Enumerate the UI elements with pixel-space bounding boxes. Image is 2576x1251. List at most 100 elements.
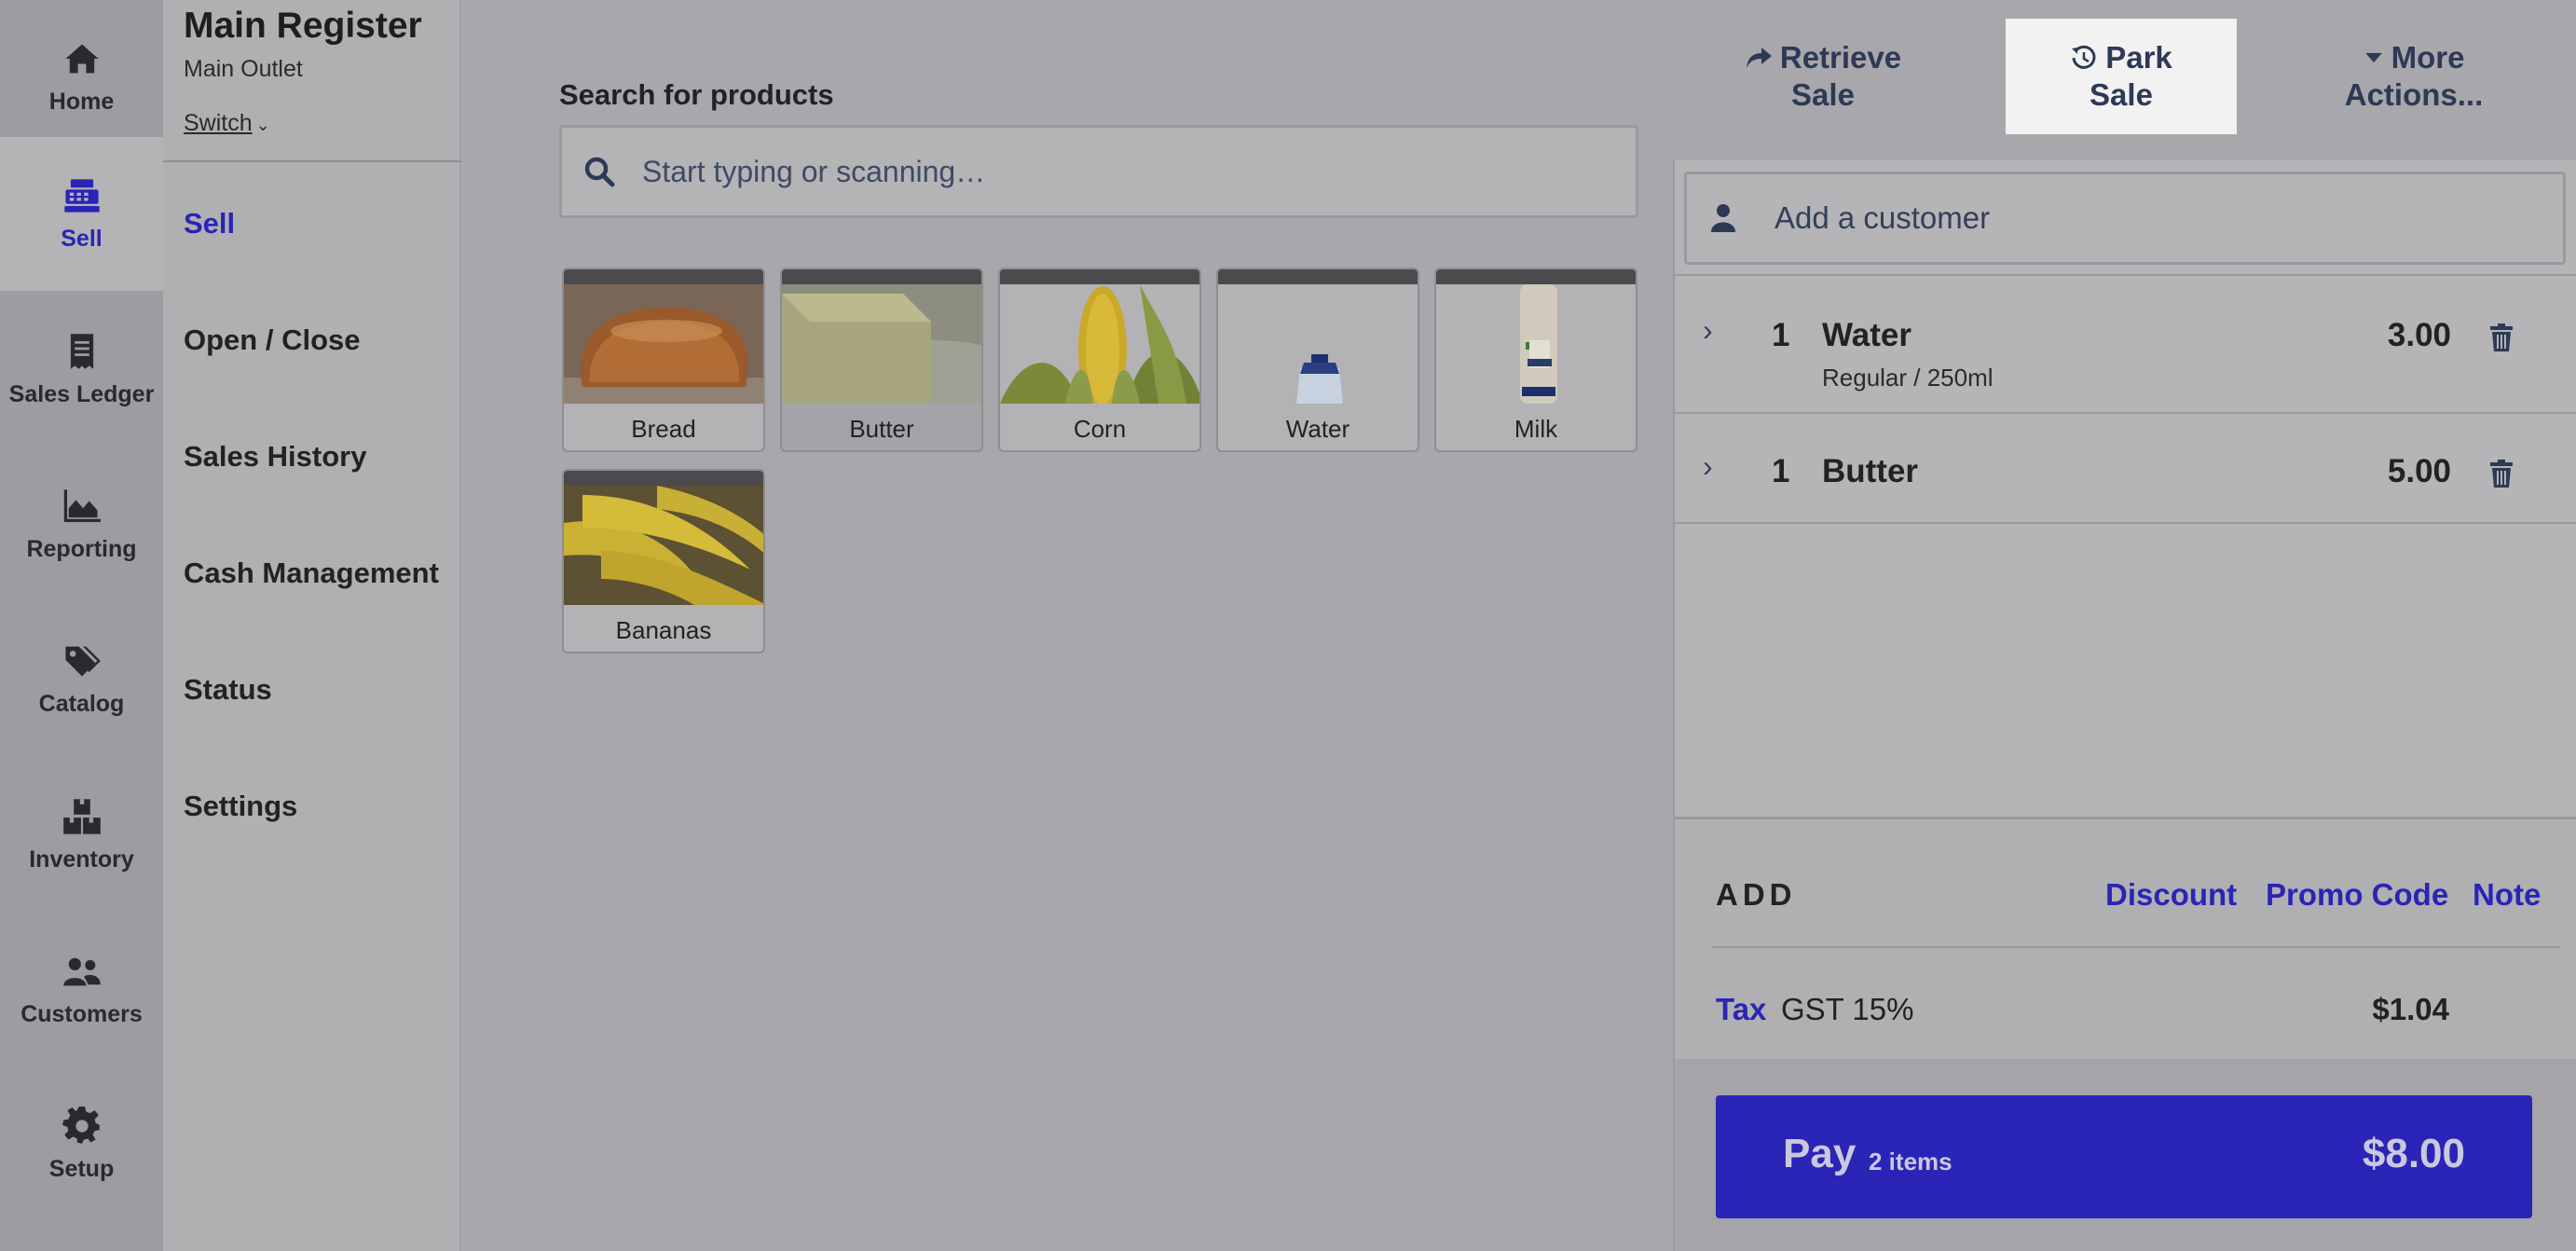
pay-label: Pay	[1783, 1131, 1857, 1176]
product-search[interactable]	[559, 125, 1638, 218]
tile-bar	[1436, 269, 1636, 284]
product-name: Corn	[1073, 415, 1127, 443]
pay-area: Pay 2 items $8.00	[1675, 1059, 2576, 1251]
users-icon	[62, 957, 101, 986]
caret-down-icon	[2364, 53, 2382, 63]
tags-icon	[64, 646, 101, 677]
nav-label: Sales Ledger	[8, 381, 155, 407]
retrieve-label-1: Retrieve	[1779, 40, 1902, 76]
subnav-item-cash-management[interactable]: Cash Management	[184, 557, 439, 590]
nav-item-reporting[interactable]: Reporting	[0, 447, 163, 601]
line-price: 3.00	[2387, 317, 2451, 353]
chevron-right-icon[interactable]: ›	[1703, 313, 1713, 348]
discount-link[interactable]: Discount	[2105, 877, 2237, 913]
nav-item-inventory[interactable]: Inventory	[0, 758, 163, 912]
line-name: Water	[1822, 317, 1911, 353]
nav-label: Customers	[21, 1001, 143, 1027]
history-icon	[2072, 46, 2096, 70]
product-tile-bread[interactable]: Bread	[562, 268, 765, 452]
nav-label: Inventory	[29, 846, 134, 873]
subnav-item-status[interactable]: Status	[184, 673, 272, 707]
butter-image	[782, 284, 981, 404]
subnav-item-open-close[interactable]: Open / Close	[184, 323, 360, 357]
home-icon	[64, 44, 99, 74]
sale-panel: Add a customer › 1 Water Regular / 250ml…	[1673, 160, 2576, 1251]
line-price: 5.00	[2387, 453, 2451, 489]
search-label: Search for products	[559, 78, 834, 111]
sale-line-item[interactable]: › 1 Butter 5.00	[1675, 414, 2576, 524]
nav-label: Catalog	[38, 691, 125, 717]
product-tile-water[interactable]: Water	[1216, 268, 1419, 452]
retrieve-sale-button[interactable]: Retrieve Sale	[1713, 19, 1933, 134]
pay-item-count: 2 items	[1869, 1148, 1953, 1175]
nav-item-home[interactable]: Home	[0, 0, 163, 154]
outlet-name: Main Outlet	[184, 56, 303, 82]
subnav-item-sell[interactable]: Sell	[184, 207, 235, 241]
divider	[163, 160, 461, 162]
nav-item-sales-ledger[interactable]: Sales Ledger	[0, 293, 163, 447]
nav-item-catalog[interactable]: Catalog	[0, 602, 163, 756]
bread-image	[564, 284, 763, 404]
tax-name: GST 15%	[1781, 992, 1914, 1026]
promo-code-link[interactable]: Promo Code	[2266, 877, 2448, 913]
tax-value: $1.04	[2372, 992, 2449, 1026]
nav-label: Setup	[48, 1156, 115, 1182]
product-name: Milk	[1514, 415, 1558, 443]
line-name: Butter	[1822, 453, 1919, 489]
tile-bar	[564, 471, 763, 486]
park-label-1: Park	[2105, 40, 2172, 76]
milk-image	[1436, 284, 1636, 404]
pay-button[interactable]: Pay 2 items $8.00	[1716, 1095, 2532, 1218]
line-qty: 1	[1772, 453, 1790, 489]
bananas-image	[564, 486, 763, 605]
more-actions-button[interactable]: More Actions...	[2311, 19, 2516, 134]
nav-item-sell[interactable]: Sell	[0, 137, 163, 291]
chevron-right-icon[interactable]: ›	[1703, 449, 1713, 484]
product-tile-butter[interactable]: Butter	[780, 268, 983, 452]
sale-line-item[interactable]: › 1 Water Regular / 250ml 3.00	[1675, 274, 2576, 414]
park-sale-button[interactable]: Park Sale	[2006, 19, 2237, 134]
note-link[interactable]: Note	[2473, 877, 2541, 913]
cash-register-icon	[63, 179, 100, 213]
share-arrow-icon	[1746, 48, 1772, 69]
add-label: ADD	[1716, 877, 1797, 912]
sale-totals: ADD Discount Promo Code Note Tax GST 15%…	[1675, 817, 2576, 1059]
nav-label: Reporting	[26, 536, 137, 562]
tile-bar	[1218, 269, 1418, 284]
switch-label: Switch	[184, 110, 253, 136]
product-tile-milk[interactable]: Milk	[1434, 268, 1637, 452]
tile-bar	[782, 269, 981, 284]
product-name: Water	[1285, 415, 1350, 443]
divider	[1712, 946, 2560, 948]
gear-icon	[62, 1106, 100, 1144]
pay-amount: $8.00	[2362, 1131, 2465, 1176]
boxes-icon	[62, 799, 101, 834]
customer-placeholder: Add a customer	[1774, 200, 1991, 235]
more-label-1: More	[2391, 40, 2465, 76]
retrieve-label-2: Sale	[1791, 77, 1855, 112]
subnav-item-sales-history[interactable]: Sales History	[184, 440, 366, 474]
product-tile-corn[interactable]: Corn	[998, 268, 1201, 452]
area-chart-icon	[63, 489, 101, 523]
nav-label: Home	[48, 89, 115, 115]
product-tile-bananas[interactable]: Bananas	[562, 469, 765, 653]
tax-link[interactable]: Tax	[1716, 992, 1766, 1027]
add-customer-field[interactable]: Add a customer	[1684, 172, 2566, 265]
nav-label: Sell	[61, 226, 103, 252]
product-name: Bananas	[615, 616, 712, 644]
product-name: Butter	[849, 415, 914, 443]
main-nav-rail: Home Sell Sales Ledger Reporting Catalog…	[0, 0, 163, 1251]
trash-icon[interactable]	[2488, 459, 2514, 488]
nav-item-setup[interactable]: Setup	[0, 1067, 163, 1221]
trash-icon[interactable]	[2488, 323, 2514, 352]
subnav-item-settings[interactable]: Settings	[184, 790, 297, 823]
switch-register-link[interactable]: Switch ⌄	[184, 110, 270, 137]
corn-image	[1000, 284, 1199, 404]
line-variant: Regular / 250ml	[1822, 364, 1994, 392]
search-icon	[584, 157, 615, 187]
register-subnav: Main Register Main Outlet Switch ⌄ Sell O…	[163, 0, 461, 1251]
chevron-down-icon: ⌄	[255, 116, 270, 134]
nav-item-customers[interactable]: Customers	[0, 913, 163, 1066]
line-qty: 1	[1772, 317, 1790, 353]
search-input[interactable]	[642, 154, 1574, 189]
